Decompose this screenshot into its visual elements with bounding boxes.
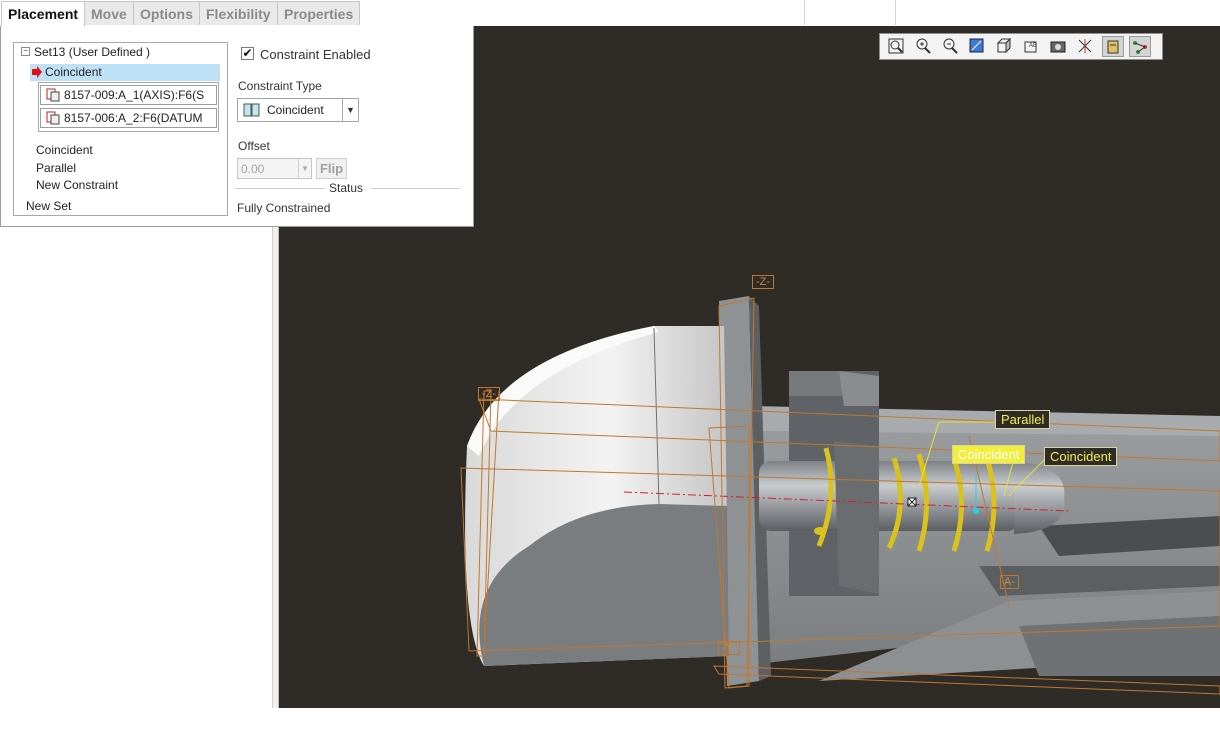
tab-properties[interactable]: Properties xyxy=(277,1,361,25)
repaint-icon[interactable] xyxy=(967,36,989,57)
zoom-in-icon[interactable] xyxy=(913,36,935,57)
constraint-enabled-label: Constraint Enabled xyxy=(260,47,371,62)
selected-constraint-label: Coincident xyxy=(45,65,102,79)
svg-text:AB: AB xyxy=(1029,43,1037,49)
tab-move[interactable]: Move xyxy=(84,1,134,25)
part-reference-icon xyxy=(46,111,60,125)
constraint-type-select[interactable]: Coincident ▼ xyxy=(237,98,359,122)
constraint-set-list: − Set13 (User Defined ) Coincident 8157-… xyxy=(13,42,228,216)
reference-label: 8157-009:A_1(AXIS):F6(S xyxy=(64,88,205,102)
constraint-item-coincident[interactable]: Coincident xyxy=(36,143,93,157)
collapse-icon[interactable]: − xyxy=(21,47,30,56)
constraint-item-parallel[interactable]: Parallel xyxy=(36,161,76,175)
offset-label: Offset xyxy=(238,139,270,153)
status-value: Fully Constrained xyxy=(237,201,331,215)
coincident-icon xyxy=(243,103,260,117)
reference-label: 8157-006:A_2:F6(DATUM xyxy=(64,111,203,125)
flip-button[interactable]: Flip xyxy=(316,158,347,179)
annotation-display-icon[interactable] xyxy=(1129,36,1151,57)
constraint-type-label: Constraint Type xyxy=(238,79,322,93)
saved-views-icon[interactable]: AB xyxy=(1021,36,1043,57)
offset-input[interactable]: 0.00 ▼ xyxy=(237,158,312,179)
tabstrip-divider xyxy=(895,0,896,25)
new-set-link[interactable]: New Set xyxy=(26,199,71,213)
offset-value: 0.00 xyxy=(241,162,265,176)
status-divider xyxy=(371,188,460,189)
annotation-parallel[interactable]: Parallel xyxy=(995,410,1051,429)
tab-flexibility[interactable]: Flexibility xyxy=(199,1,278,25)
constraint-enabled-checkbox[interactable]: ✔ xyxy=(241,47,254,60)
datum-tag-axis-a: A- xyxy=(1000,575,1019,589)
new-constraint-link[interactable]: New Constraint xyxy=(36,178,118,192)
datum-tag-y-bottom: -Y- xyxy=(718,641,740,655)
status-divider xyxy=(235,188,325,189)
constraint-type-value: Coincident xyxy=(267,103,324,117)
tabstrip-divider xyxy=(804,0,805,25)
chevron-down-icon[interactable]: ▼ xyxy=(342,99,358,121)
arrow-right-icon xyxy=(32,66,42,78)
tab-placement[interactable]: Placement xyxy=(1,1,86,27)
view-toolbar: AB xyxy=(879,33,1163,60)
datum-display-icon[interactable] xyxy=(1075,36,1097,57)
placement-panel: − Set13 (User Defined ) Coincident 8157-… xyxy=(0,26,474,227)
reference-item[interactable]: 8157-009:A_1(AXIS):F6(S xyxy=(40,85,217,105)
reference-collector: 8157-009:A_1(AXIS):F6(S 8157-006:A_2:F6(… xyxy=(38,82,219,132)
part-reference-icon xyxy=(46,88,60,102)
datum-tag-z-left: -Z- xyxy=(478,387,501,401)
set-title[interactable]: Set13 (User Defined ) xyxy=(34,45,150,59)
selected-constraint-row[interactable]: Coincident xyxy=(30,64,220,81)
refit-icon[interactable] xyxy=(886,36,908,57)
datum-tag-z-top: -Z- xyxy=(752,275,775,289)
spin-center-icon[interactable] xyxy=(1102,36,1124,57)
tab-options[interactable]: Options xyxy=(133,1,200,25)
annotation-coincident[interactable]: Coincident xyxy=(1044,447,1118,466)
view-manager-icon[interactable] xyxy=(1048,36,1070,57)
status-title: Status xyxy=(329,181,364,195)
status-bar xyxy=(0,708,1220,731)
display-style-icon[interactable] xyxy=(994,36,1016,57)
zoom-out-icon[interactable] xyxy=(940,36,962,57)
dashboard-tab-strip: Placement Move Options Flexibility Prope… xyxy=(0,0,1220,27)
reference-item[interactable]: 8157-006:A_2:F6(DATUM xyxy=(40,108,217,128)
annotation-coincident-highlighted[interactable]: Coincident xyxy=(952,445,1026,464)
plunger-shaft xyxy=(759,461,1019,531)
chevron-down-icon[interactable]: ▼ xyxy=(298,159,311,178)
